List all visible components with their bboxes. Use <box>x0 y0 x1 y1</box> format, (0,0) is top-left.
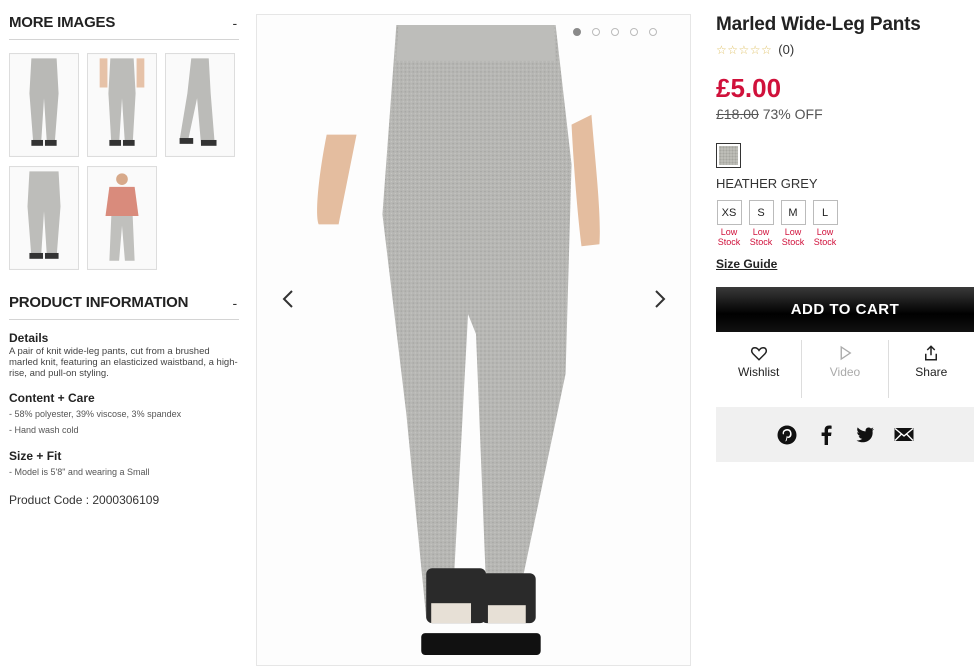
size-option: S Low Stock <box>748 200 774 247</box>
share-button[interactable]: Share <box>887 340 974 398</box>
carousel-dot[interactable] <box>649 28 657 36</box>
discount-label: 73% OFF <box>762 106 823 122</box>
collapse-toggle[interactable]: - <box>233 295 238 311</box>
twitter-icon[interactable] <box>855 425 875 445</box>
add-to-cart-button[interactable]: ADD TO CART <box>716 287 974 332</box>
thumbnail-pants-front[interactable] <box>9 53 79 157</box>
product-photo <box>257 15 690 665</box>
size-button-m[interactable]: M <box>780 200 806 225</box>
email-icon[interactable] <box>894 425 914 445</box>
thumbnail-pants-front-alt[interactable] <box>87 53 157 157</box>
size-button-xs[interactable]: XS <box>716 200 742 225</box>
size-button-l[interactable]: L <box>812 200 838 225</box>
video-label: Video <box>829 365 861 379</box>
original-price: £18.00 <box>716 106 759 122</box>
wishlist-label: Wishlist <box>737 365 780 379</box>
play-icon <box>840 345 852 361</box>
carousel-dot[interactable] <box>630 28 638 36</box>
size-option: L Low Stock <box>812 200 838 247</box>
size-selector: XS Low Stock S Low Stock M Low Stock L L… <box>716 200 974 247</box>
heart-icon <box>750 346 767 361</box>
size-fit-title: Size + Fit <box>9 449 62 463</box>
carousel-dot[interactable] <box>573 28 581 36</box>
more-images-header[interactable]: MORE IMAGES - <box>9 14 239 40</box>
thumbnail-pants-side[interactable] <box>165 53 235 157</box>
thumbnail-pants-detail[interactable] <box>9 166 79 270</box>
product-code: Product Code : 2000306109 <box>9 493 160 507</box>
video-button[interactable]: Video <box>801 340 887 398</box>
carousel-dot[interactable] <box>592 28 600 36</box>
pinterest-icon[interactable] <box>777 425 797 445</box>
sale-price: £5.00 <box>716 73 782 103</box>
details-text: A pair of knit wide-leg pants, cut from … <box>9 346 238 379</box>
content-care-title: Content + Care <box>9 391 95 405</box>
chevron-right-icon[interactable] <box>649 287 671 311</box>
stock-label: Low Stock <box>781 227 805 247</box>
stock-label: Low Stock <box>717 227 741 247</box>
share-icon <box>925 345 938 361</box>
swatch-fill <box>719 146 738 165</box>
share-label: Share <box>915 365 948 379</box>
product-information-section: PRODUCT INFORMATION - Details A pair of … <box>9 294 239 507</box>
product-title: Marled Wide-Leg Pants <box>716 14 921 35</box>
action-bar: Wishlist Video Share <box>716 340 974 398</box>
stock-label: Low Stock <box>813 227 837 247</box>
size-guide-link[interactable]: Size Guide <box>716 257 777 271</box>
wishlist-button[interactable]: Wishlist <box>716 340 801 398</box>
left-panel: MORE IMAGES - PRODUCT INFORMATION - Deta… <box>9 14 239 507</box>
thumbnail-grid <box>9 53 239 270</box>
carousel-dots <box>573 28 657 36</box>
rating[interactable]: ☆☆☆☆☆ (0) <box>716 42 974 57</box>
review-count[interactable]: (0) <box>778 42 794 57</box>
size-button-s[interactable]: S <box>748 200 774 225</box>
details-title: Details <box>9 331 49 345</box>
color-swatch[interactable] <box>716 143 741 168</box>
product-information-heading: PRODUCT INFORMATION <box>9 294 189 311</box>
main-product-image[interactable] <box>256 14 691 666</box>
product-information-header[interactable]: PRODUCT INFORMATION - <box>9 294 239 320</box>
stock-label: Low Stock <box>749 227 773 247</box>
size-item: - Model is 5'8" and wearing a Small <box>9 467 150 477</box>
social-share-bar <box>716 407 974 462</box>
size-option: XS Low Stock <box>716 200 742 247</box>
thumbnail-full-outfit[interactable] <box>87 166 157 270</box>
collapse-toggle[interactable]: - <box>233 15 238 31</box>
star-rating-icon: ☆☆☆☆☆ <box>716 42 773 57</box>
carousel-dot[interactable] <box>611 28 619 36</box>
content-item: - 58% polyester, 39% viscose, 3% spandex <box>9 409 182 419</box>
content-item: - Hand wash cold <box>9 425 79 435</box>
more-images-heading: MORE IMAGES <box>9 14 116 31</box>
facebook-icon[interactable] <box>816 425 836 445</box>
color-name: HEATHER GREY <box>716 176 818 191</box>
price-comparison: £18.00 73% OFF <box>716 106 974 122</box>
size-option: M Low Stock <box>780 200 806 247</box>
product-detail-panel: Marled Wide-Leg Pants ☆☆☆☆☆ (0) £5.00 £1… <box>716 14 974 462</box>
chevron-left-icon[interactable] <box>277 287 299 311</box>
